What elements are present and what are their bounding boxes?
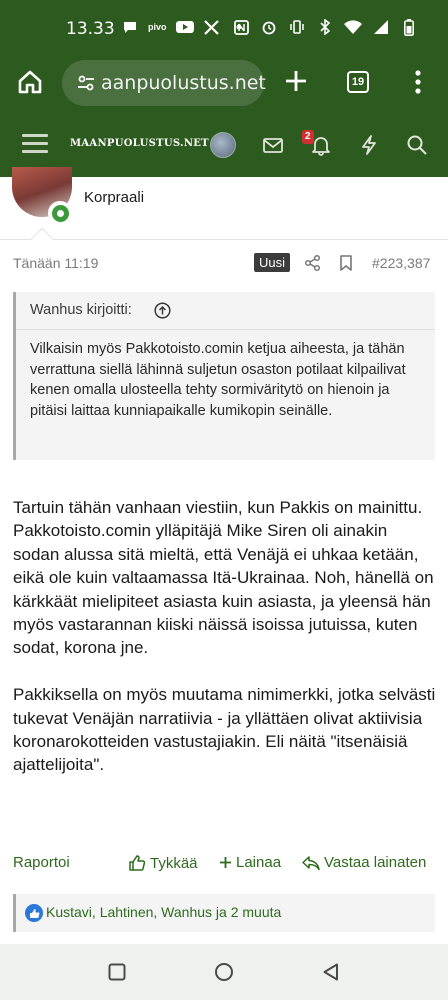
status-time: 13.33 (66, 19, 115, 39)
address-bar[interactable]: aanpuolustus.net (62, 60, 266, 106)
reactions-bar[interactable]: Kustavi, Lahtinen, Wanhus ja 2 muuta (13, 894, 435, 932)
nfc-icon (232, 18, 250, 36)
home-circle-icon[interactable] (214, 962, 234, 982)
tab-switcher-button[interactable]: 19 (347, 71, 369, 93)
status-notification-icons: pivo (121, 18, 248, 36)
inbox-icon[interactable] (262, 134, 284, 156)
x-icon (203, 18, 221, 36)
youtube-icon (175, 18, 194, 36)
post-meta: Tänään 11:19 Uusi #223,387 (0, 250, 448, 278)
reply-icon (302, 855, 320, 870)
site-settings-icon[interactable] (76, 73, 96, 93)
status-bar: 13.33 pivo (0, 0, 448, 56)
like-reaction-icon (25, 904, 43, 922)
battery-icon (400, 18, 418, 36)
like-button[interactable]: Tykkää (128, 854, 198, 872)
post-paragraph: Tartuin tähän vanhaan viestiin, kun Pakk… (13, 498, 434, 658)
report-label: Raportoi (13, 854, 70, 871)
thumbs-up-icon (129, 855, 146, 871)
more-vert-icon (415, 70, 421, 94)
alerts-count-badge: 2 (302, 130, 314, 144)
search-icon[interactable] (406, 134, 428, 156)
back-triangle-icon[interactable] (321, 962, 341, 982)
plus-icon (220, 857, 231, 868)
reply-label: Vastaa lainaten (324, 854, 427, 871)
chat-bubble-icon (121, 18, 139, 36)
hamburger-menu-icon[interactable] (22, 134, 48, 154)
quote-text: Vilkaisin myös Pakkotoisto.comin ketjua … (30, 341, 406, 419)
user-avatar-small[interactable] (210, 132, 236, 158)
bluetooth-icon (316, 18, 334, 36)
quote-button[interactable]: Lainaa (219, 854, 281, 871)
post-author-block: Korpraali (0, 167, 448, 239)
url-text: aanpuolustus.net (101, 72, 266, 94)
quote-label: Lainaa (236, 854, 282, 871)
site-logo[interactable]: MAANPUOLUSTUS.NET (70, 138, 209, 149)
pivo-icon: pivo (148, 22, 167, 32)
lightning-icon[interactable] (358, 134, 380, 156)
vibrate-icon (288, 18, 306, 36)
reactions-text[interactable]: Kustavi, Lahtinen, Wanhus ja 2 muuta (46, 904, 281, 920)
new-tab-button[interactable] (283, 68, 309, 94)
browser-toolbar: aanpuolustus.net 19 (0, 56, 448, 110)
browser-menu-button[interactable] (410, 68, 426, 96)
alarm-icon (260, 18, 278, 36)
new-badge: Uusi (254, 253, 291, 272)
post-actions: Raportoi Tykkää Lainaa Vastaa lainaten (0, 850, 448, 878)
wifi-icon (344, 18, 362, 36)
share-icon[interactable] (304, 254, 322, 272)
plus-icon (286, 71, 306, 91)
quote-author[interactable]: Wanhus kirjoitti: (30, 302, 132, 318)
android-nav-bar (0, 944, 448, 1000)
online-status-icon (48, 201, 72, 225)
home-button[interactable] (16, 68, 44, 96)
report-button[interactable]: Raportoi (13, 854, 70, 871)
recents-button-icon[interactable] (107, 962, 127, 982)
quote-separator (16, 329, 435, 330)
arrow-up-circle-icon[interactable] (154, 302, 171, 319)
reply-quote-button[interactable]: Vastaa lainaten (302, 854, 426, 871)
quote-block: Wanhus kirjoitti: Vilkaisin myös Pakkoto… (13, 292, 435, 460)
post-paragraph: Pakkiksella on myös muutama nimimerkki, … (13, 685, 436, 775)
post-date[interactable]: Tänään 11:19 (13, 255, 98, 271)
post-body: Tartuin tähän vanhaan viestiin, kun Pakk… (13, 496, 437, 800)
author-rank: Korpraali (84, 189, 145, 206)
post-number[interactable]: #223,387 (372, 255, 430, 271)
status-system-icons (232, 18, 418, 36)
bookmark-icon[interactable] (338, 254, 354, 272)
like-label: Tykkää (150, 854, 198, 872)
post-divider (0, 239, 448, 240)
signal-icon (372, 18, 390, 36)
home-icon (18, 70, 42, 94)
